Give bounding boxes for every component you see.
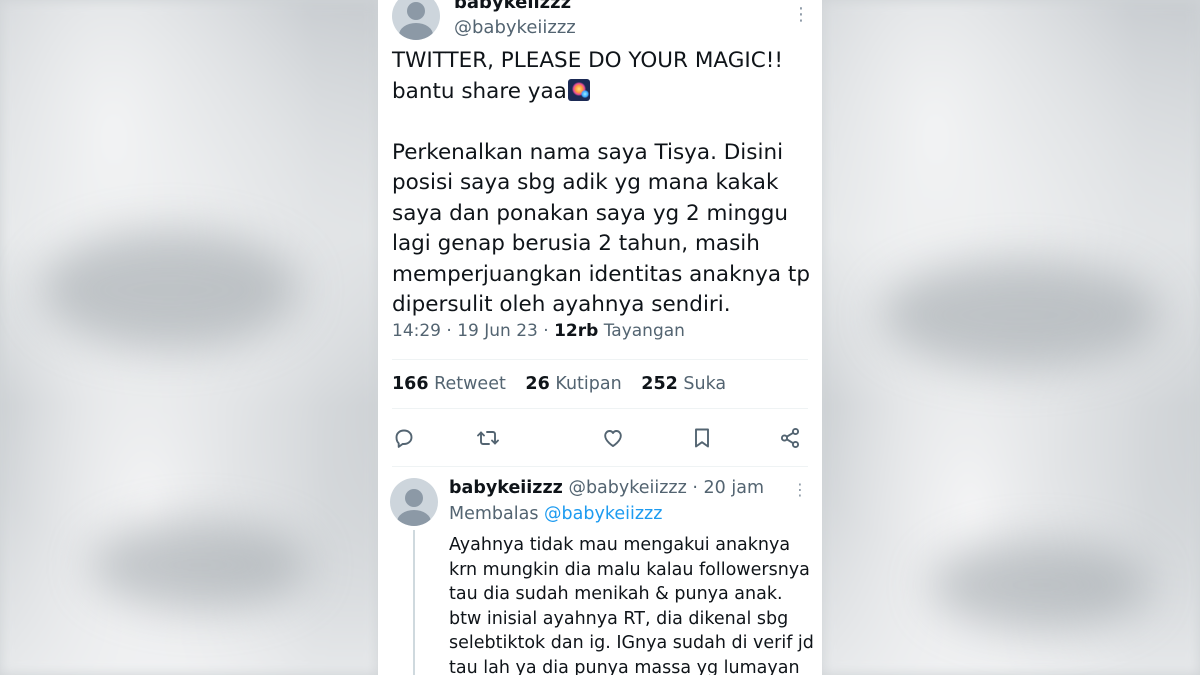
tweet-meta: 14:29 · 19 Jun 23 · 12rb Tayangan <box>392 321 685 341</box>
separator: · <box>543 321 549 341</box>
avatar-head <box>405 489 423 507</box>
replying-label: Membalas <box>449 504 539 524</box>
tweet-time[interactable]: 14:29 <box>392 321 441 341</box>
replying-to: Membalas @babykeiizzz <box>449 504 662 524</box>
likes-count: 252 <box>641 374 678 394</box>
replying-to-handle[interactable]: @babykeiizzz <box>544 504 662 524</box>
fireworks-emoji-icon <box>567 78 590 101</box>
divider <box>392 359 808 360</box>
quotes-stat[interactable]: 26 Kutipan <box>525 374 621 394</box>
divider <box>392 408 808 409</box>
retweet-button[interactable] <box>472 422 504 454</box>
avatar[interactable] <box>392 0 440 40</box>
reply-handle[interactable]: @babykeiizzz <box>568 478 686 498</box>
quotes-label: Kutipan <box>555 374 622 394</box>
tweet-date[interactable]: 19 Jun 23 <box>457 321 538 341</box>
blurred-shape <box>40 230 300 350</box>
reply-text: Ayahnya tidak mau mengakui anaknya krn m… <box>449 535 814 675</box>
blurred-shape <box>880 260 1160 370</box>
thread-line <box>413 530 415 675</box>
bookmark-button[interactable] <box>686 422 718 454</box>
likes-stat[interactable]: 252 Suka <box>641 374 726 394</box>
retweet-icon <box>477 431 499 445</box>
tweet-body: Perkenalkan nama saya Tisya. Disini posi… <box>392 139 810 318</box>
user-handle[interactable]: @babykeiizzz <box>454 17 576 38</box>
avatar-body <box>397 510 431 526</box>
tweet-stats: 166 Retweet 26 Kutipan 252 Suka <box>392 374 726 394</box>
reply-display-name[interactable]: babykeiizzz <box>449 478 563 498</box>
reply-icon <box>395 429 413 448</box>
separator: · <box>692 478 698 498</box>
share-button[interactable] <box>774 422 806 454</box>
quotes-count: 26 <box>525 374 550 394</box>
more-options-icon[interactable]: ⋮ <box>792 480 808 499</box>
like-button[interactable] <box>597 422 629 454</box>
avatar-head <box>407 2 425 20</box>
like-icon <box>604 430 622 447</box>
reply-avatar[interactable] <box>390 478 438 526</box>
reply-time[interactable]: 20 jam <box>704 478 764 498</box>
likes-label: Suka <box>683 374 727 394</box>
views-count: 12rb <box>554 321 599 341</box>
retweets-label: Retweet <box>434 374 506 394</box>
avatar-body <box>399 23 433 40</box>
reply-button[interactable] <box>388 422 420 454</box>
share-icon <box>780 427 800 449</box>
bookmark-icon <box>695 428 709 448</box>
more-options-icon[interactable]: ⋮ <box>792 4 810 25</box>
separator: · <box>446 321 452 341</box>
retweets-stat[interactable]: 166 Retweet <box>392 374 506 394</box>
reply-header: babykeiizzz @babykeiizzz · 20 jam <box>449 478 764 498</box>
views-label: Tayangan <box>603 321 685 341</box>
divider <box>392 466 808 467</box>
tweet-text: TWITTER, PLEASE DO YOUR MAGIC!! bantu sh… <box>392 46 812 321</box>
tweet-screen: babykeiizzz @babykeiizzz ⋮ TWITTER, PLEA… <box>378 0 822 675</box>
blurred-shape <box>930 540 1150 630</box>
blurred-shape <box>90 520 310 610</box>
retweets-count: 166 <box>392 374 429 394</box>
display-name[interactable]: babykeiizzz <box>454 0 571 13</box>
action-bar <box>392 422 800 458</box>
